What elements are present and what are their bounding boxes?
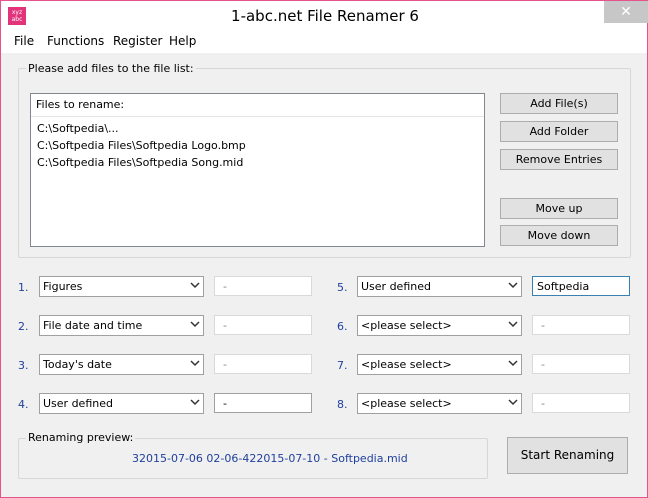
- menu-register[interactable]: Register: [113, 34, 162, 48]
- menu-bar: File Functions Register Help: [1, 31, 647, 53]
- select-value: <please select>: [361, 397, 452, 410]
- field-value: -: [223, 397, 227, 410]
- field-value: -: [223, 280, 227, 293]
- select-value: File date and time: [43, 319, 143, 332]
- rule-number: 7.: [337, 359, 348, 372]
- file-list[interactable]: Files to rename: C:\Softpedia\... C:\Sof…: [30, 93, 485, 247]
- select-value: User defined: [43, 397, 113, 410]
- select-value: <please select>: [361, 319, 452, 332]
- title-bar[interactable]: xyz abc 1-abc.net File Renamer 6 ✕: [1, 1, 648, 31]
- rule-8-field[interactable]: -: [532, 393, 630, 413]
- field-value: -: [541, 319, 545, 332]
- menu-help[interactable]: Help: [169, 34, 196, 48]
- rule-number: 5.: [337, 281, 348, 294]
- chevron-down-icon: [508, 282, 518, 289]
- rule-4-select[interactable]: User defined: [39, 393, 204, 414]
- start-renaming-button[interactable]: Start Renaming: [507, 437, 628, 474]
- rule-7-field[interactable]: -: [532, 354, 630, 374]
- chevron-down-icon: [190, 360, 200, 367]
- preview-label: Renaming preview:: [26, 431, 136, 444]
- move-down-button[interactable]: Move down: [500, 225, 618, 246]
- rule-1-select[interactable]: Figures: [39, 276, 204, 297]
- menu-functions[interactable]: Functions: [47, 34, 104, 48]
- menu-file[interactable]: File: [14, 34, 34, 48]
- close-icon: ✕: [620, 4, 632, 20]
- rule-number: 8.: [337, 398, 348, 411]
- remove-entries-button[interactable]: Remove Entries: [500, 149, 618, 170]
- select-value: User defined: [361, 280, 431, 293]
- rule-4-field[interactable]: -: [214, 393, 312, 413]
- rule-number: 4.: [18, 398, 29, 411]
- list-item[interactable]: C:\Softpedia Files\Softpedia Logo.bmp: [37, 139, 246, 152]
- rule-number: 2.: [18, 320, 29, 333]
- rule-3-select[interactable]: Today's date: [39, 354, 204, 375]
- preview-text: 32015-07-06 02-06-422015-07-10 - Softped…: [132, 452, 408, 465]
- select-value: Today's date: [43, 358, 112, 371]
- move-up-button[interactable]: Move up: [500, 198, 618, 219]
- field-value: -: [541, 397, 545, 410]
- rule-number: 1.: [18, 281, 29, 294]
- list-item[interactable]: C:\Softpedia Files\Softpedia Song.mid: [37, 156, 243, 169]
- rule-8-select[interactable]: <please select>: [357, 393, 522, 414]
- add-folder-button[interactable]: Add Folder: [500, 121, 618, 142]
- field-value: Softpedia: [537, 280, 590, 293]
- list-header-label: Files to rename:: [36, 98, 125, 111]
- chevron-down-icon: [190, 321, 200, 328]
- rule-number: 3.: [18, 359, 29, 372]
- chevron-down-icon: [190, 282, 200, 289]
- chevron-down-icon: [190, 399, 200, 406]
- window-title: 1-abc.net File Renamer 6: [231, 7, 419, 25]
- select-value: <please select>: [361, 358, 452, 371]
- chevron-down-icon: [508, 360, 518, 367]
- list-header[interactable]: Files to rename:: [31, 94, 484, 117]
- rule-5-field[interactable]: Softpedia: [532, 276, 630, 296]
- files-group-label: Please add files to the file list:: [26, 62, 196, 75]
- field-value: -: [541, 358, 545, 371]
- chevron-down-icon: [508, 321, 518, 328]
- rule-2-field[interactable]: -: [214, 315, 312, 335]
- rule-1-field[interactable]: -: [214, 276, 312, 296]
- list-item[interactable]: C:\Softpedia\...: [37, 122, 119, 135]
- field-value: -: [223, 319, 227, 332]
- rule-6-select[interactable]: <please select>: [357, 315, 522, 336]
- rule-6-field[interactable]: -: [532, 315, 630, 335]
- chevron-down-icon: [508, 399, 518, 406]
- rule-7-select[interactable]: <please select>: [357, 354, 522, 375]
- add-files-button[interactable]: Add File(s): [500, 93, 618, 114]
- select-value: Figures: [43, 280, 83, 293]
- rule-2-select[interactable]: File date and time: [39, 315, 204, 336]
- rule-3-field[interactable]: -: [214, 354, 312, 374]
- close-button[interactable]: ✕: [604, 1, 648, 23]
- rule-number: 6.: [337, 320, 348, 333]
- rule-5-select[interactable]: User defined: [357, 276, 522, 297]
- field-value: -: [223, 358, 227, 371]
